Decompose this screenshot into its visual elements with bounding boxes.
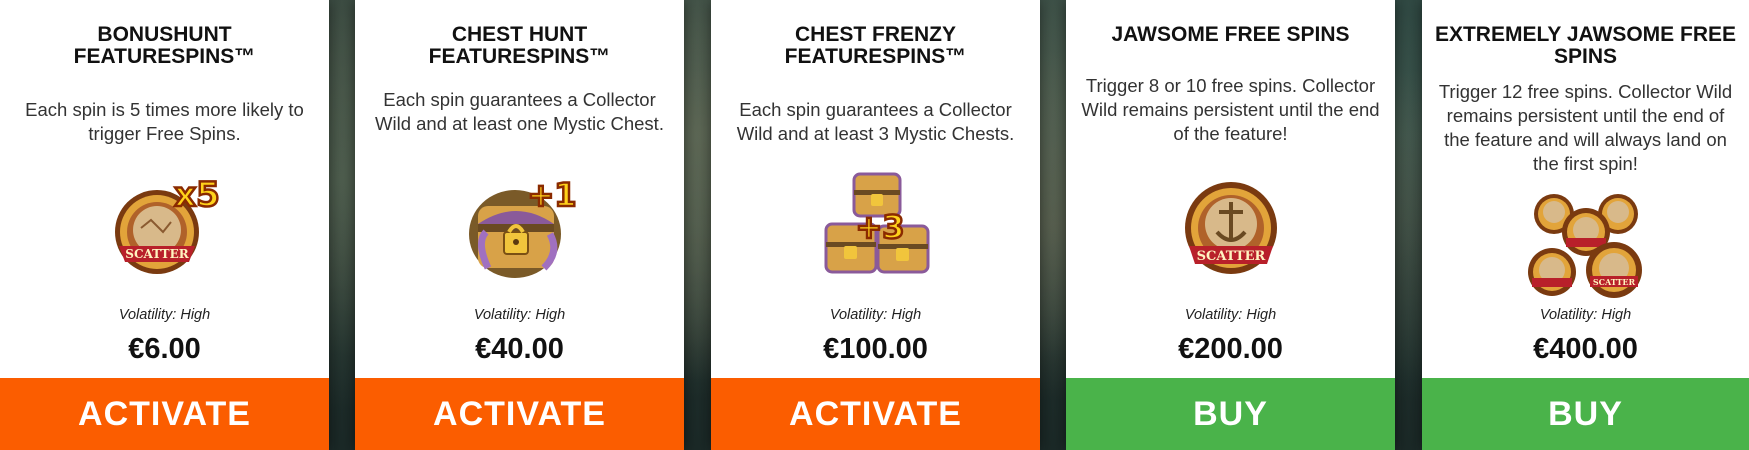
- scatter-x5-icon: SCATTER x5: [114, 174, 221, 274]
- volatility-value: High: [1246, 307, 1277, 323]
- multiplier-badge: x5: [174, 175, 220, 215]
- card-title: CHEST HUNT FEATURESPINS™: [365, 24, 674, 68]
- activate-button[interactable]: ACTIVATE: [711, 378, 1040, 450]
- card-title: JAWSOME FREE SPINS: [1076, 24, 1385, 46]
- plus-badge: +1: [527, 176, 576, 214]
- buy-button[interactable]: BUY: [1066, 378, 1395, 450]
- volatility-label: Volatility:: [1539, 307, 1598, 323]
- volatility-label: Volatility:: [829, 307, 888, 323]
- card-description: Trigger 8 or 10 free spins. Collector Wi…: [1081, 75, 1380, 144]
- card-description: Trigger 12 free spins. Collector Wild re…: [1438, 81, 1733, 174]
- scatter-cluster-icon: SCATTER: [1527, 194, 1642, 298]
- price: €40.00: [475, 333, 564, 365]
- price: €100.00: [823, 333, 928, 365]
- volatility-value: High: [1601, 307, 1632, 323]
- scatter-label: SCATTER: [1592, 277, 1635, 287]
- card-title-line1: EXTREMELY JAWSOME FREE: [1434, 23, 1737, 46]
- card-title: BONUSHUNT FEATURESPINS™: [10, 24, 319, 68]
- activate-button[interactable]: ACTIVATE: [355, 378, 684, 450]
- card-description: Each spin guarantees a Collector Wild an…: [375, 89, 664, 134]
- volatility-label: Volatility:: [118, 307, 177, 323]
- volatility-label: Volatility:: [1184, 307, 1243, 323]
- mystic-chests-plus3-icon: +3: [824, 172, 929, 274]
- volatility-text: Volatility: High: [1422, 307, 1749, 323]
- feature-card-chest-frenzy: CHEST FRENZY FEATURESPINS™ Each spin gua…: [711, 0, 1040, 450]
- price: €200.00: [1178, 333, 1283, 365]
- card-title-line1: JAWSOME FREE SPINS: [1111, 23, 1350, 46]
- card-title-line1: CHEST FRENZY: [794, 23, 956, 46]
- price: €400.00: [1533, 333, 1638, 365]
- scatter-label: SCATTER: [125, 247, 189, 261]
- volatility-text: Volatility: High: [711, 307, 1040, 323]
- activate-button[interactable]: ACTIVATE: [0, 378, 329, 450]
- volatility-value: High: [891, 307, 922, 323]
- feature-card-extremely-jawsome-free-spins: EXTREMELY JAWSOME FREE SPINS Trigger 12 …: [1422, 0, 1749, 450]
- card-title-line2: FEATURESPINS™: [428, 45, 611, 68]
- buy-button[interactable]: BUY: [1422, 378, 1749, 450]
- card-title-line1: BONUSHUNT: [97, 23, 232, 46]
- card-description: Each spin is 5 times more likely to trig…: [25, 99, 304, 144]
- volatility-value: High: [180, 307, 211, 323]
- volatility-value: High: [535, 307, 566, 323]
- volatility-text: Volatility: High: [1066, 307, 1395, 323]
- volatility-label: Volatility:: [473, 307, 532, 323]
- volatility-text: Volatility: High: [0, 307, 329, 323]
- card-title-line2: SPINS: [1553, 45, 1618, 68]
- scatter-label: SCATTER: [1196, 249, 1265, 264]
- volatility-text: Volatility: High: [355, 307, 684, 323]
- card-title: EXTREMELY JAWSOME FREE SPINS: [1432, 24, 1739, 68]
- feature-card-chest-hunt: CHEST HUNT FEATURESPINS™ Each spin guara…: [355, 0, 684, 450]
- feature-card-jawsome-free-spins: JAWSOME FREE SPINS Trigger 8 or 10 free …: [1066, 0, 1395, 450]
- feature-buy-cards: BONUSHUNT FEATURESPINS™ Each spin is 5 t…: [0, 0, 1749, 450]
- plus-badge: +3: [855, 208, 904, 246]
- card-title-line2: FEATURESPINS™: [73, 45, 256, 68]
- card-description: Each spin guarantees a Collector Wild an…: [736, 99, 1015, 144]
- mystic-chest-plus1-icon: +1: [468, 175, 577, 278]
- card-title-line2: FEATURESPINS™: [784, 45, 967, 68]
- card-title: CHEST FRENZY FEATURESPINS™: [721, 24, 1030, 68]
- feature-card-bonushunt: BONUSHUNT FEATURESPINS™ Each spin is 5 t…: [0, 0, 329, 450]
- scatter-icon: SCATTER: [1184, 182, 1277, 274]
- price: €6.00: [128, 333, 201, 365]
- card-title-line1: CHEST HUNT: [451, 23, 588, 46]
